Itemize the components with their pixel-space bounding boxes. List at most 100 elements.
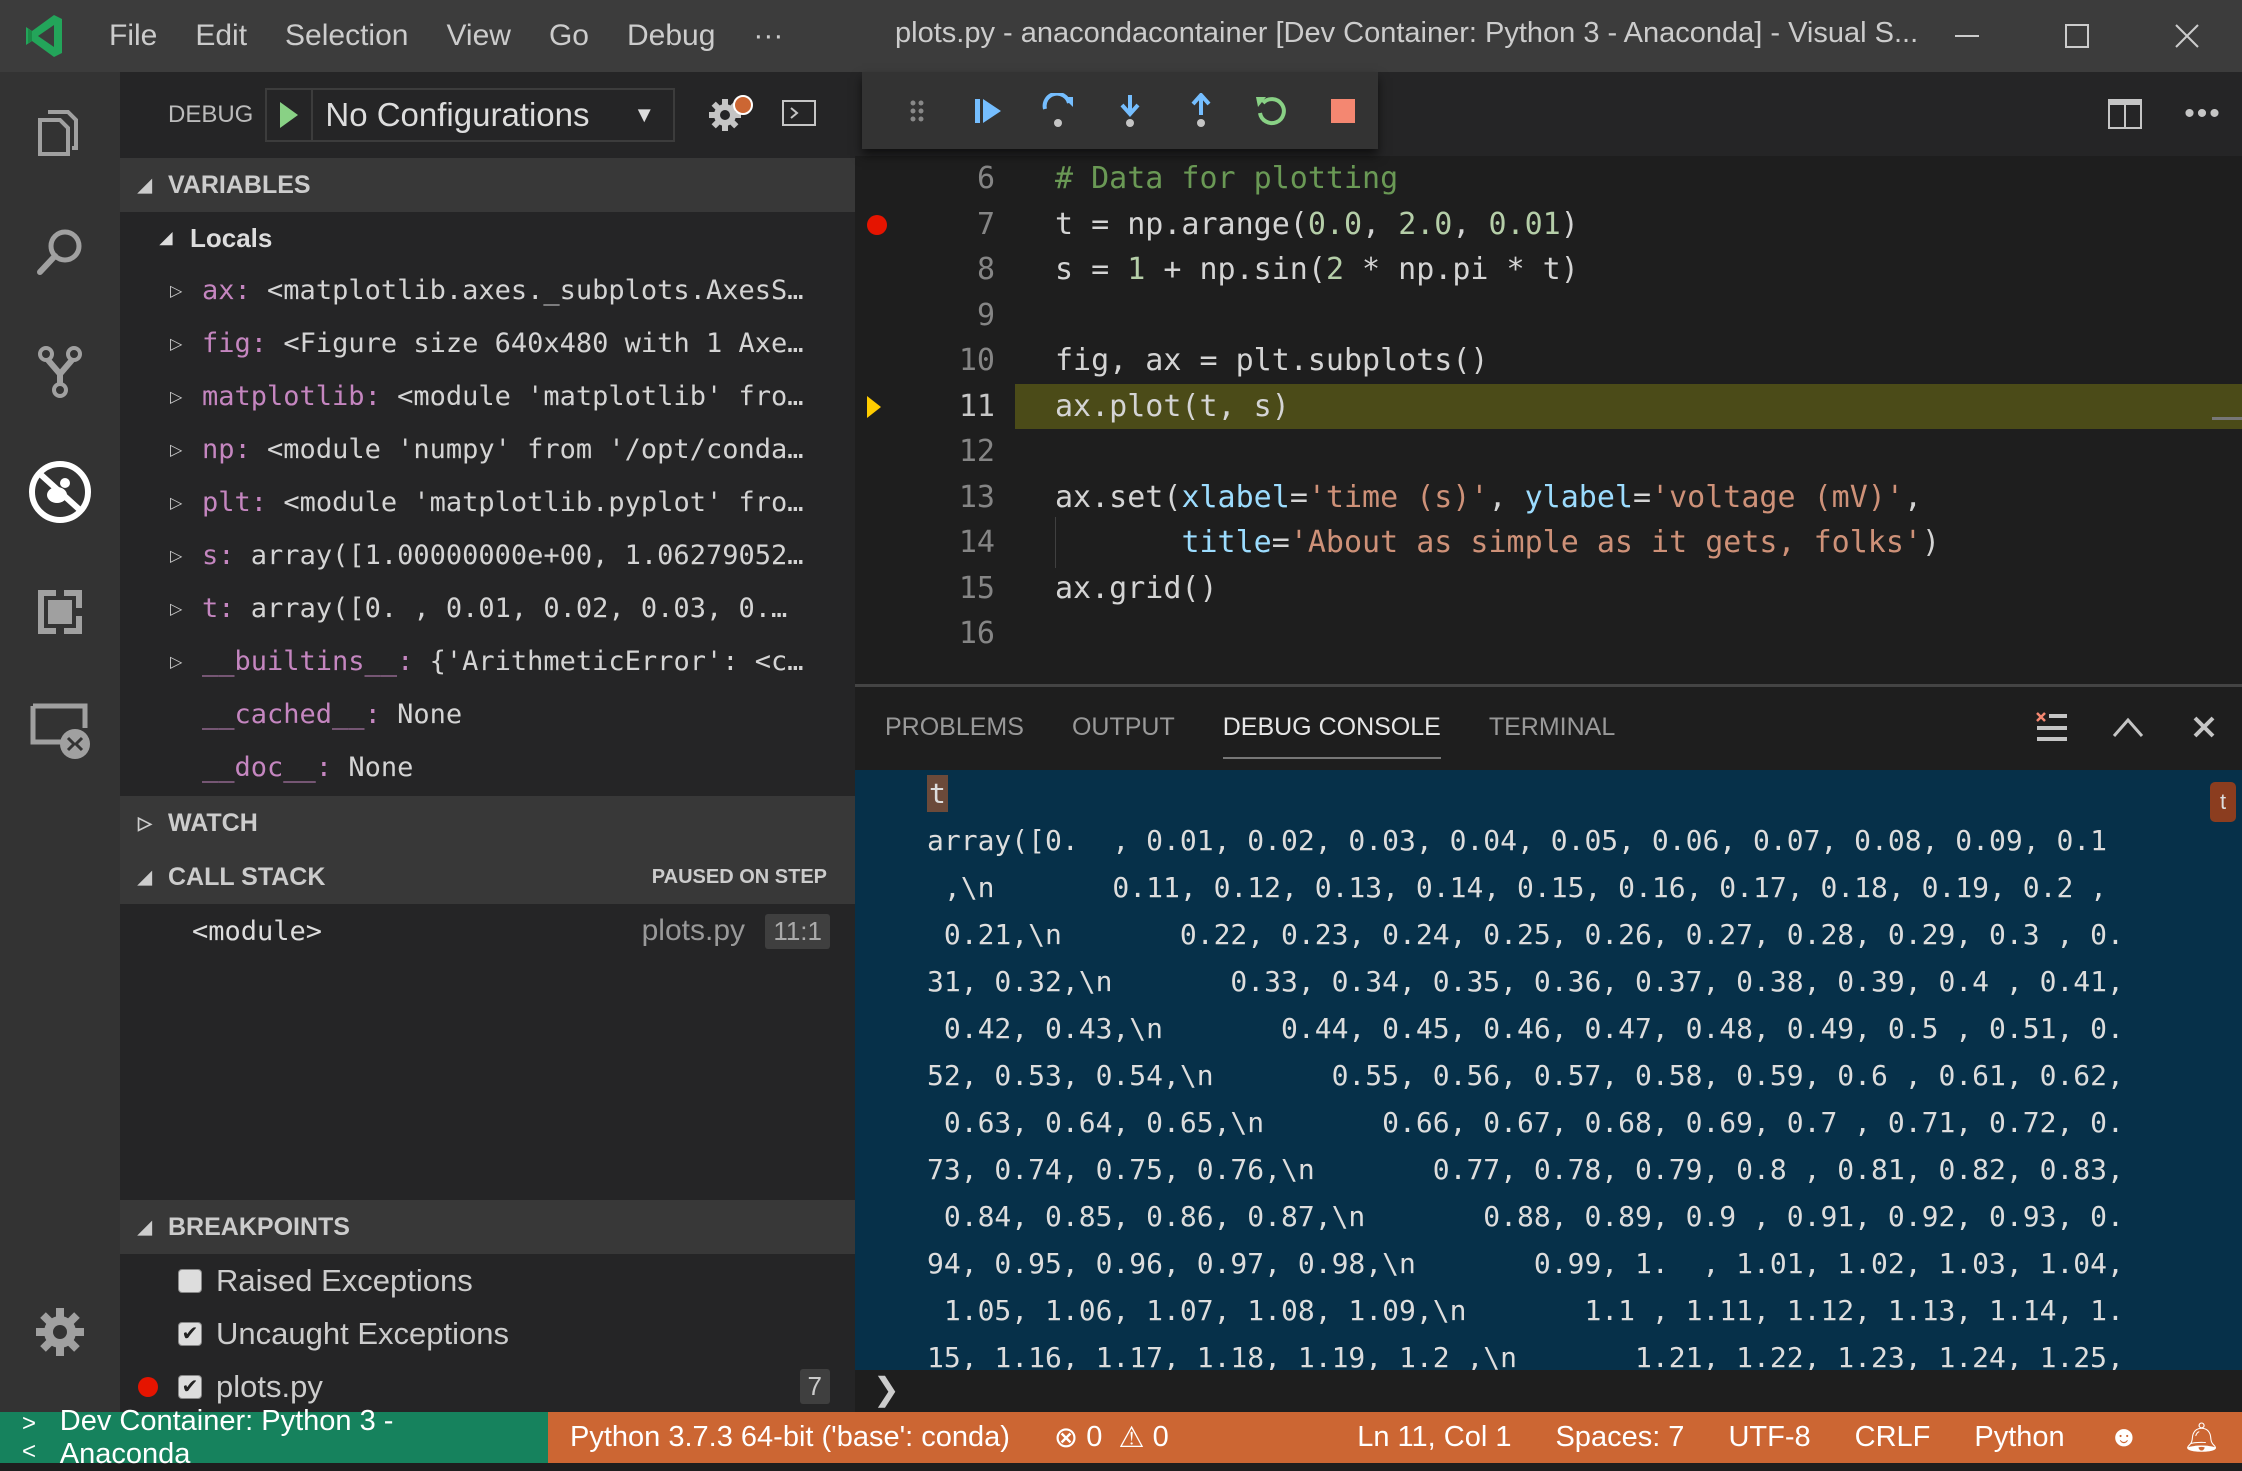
window-controls	[1912, 0, 2242, 72]
breakpoint-dot-icon[interactable]	[867, 214, 887, 235]
end-of-line[interactable]: CRLF	[1833, 1421, 1953, 1454]
clear-console-button[interactable]	[2014, 711, 2090, 743]
menu-edit[interactable]: Edit	[176, 19, 266, 53]
editor-actions: •••	[2086, 72, 2242, 156]
menu-file[interactable]: File	[90, 19, 176, 53]
search-icon[interactable]	[0, 192, 120, 312]
close-window-button[interactable]	[2132, 0, 2242, 72]
variable-row[interactable]: ▷ ax: <matplotlib.axes._subplots.AxesS…	[120, 264, 855, 317]
checkbox[interactable]: ✔	[178, 1321, 202, 1346]
tab-output[interactable]: OUTPUT	[1072, 687, 1175, 767]
maximize-panel-button[interactable]	[2090, 716, 2166, 738]
minimize-button[interactable]	[1912, 0, 2022, 72]
variable-row[interactable]: ▷ matplotlib: <module 'matplotlib' fro…	[120, 370, 855, 423]
debug-header: DEBUG No Configurations ▼	[120, 72, 855, 158]
checkbox[interactable]	[178, 1268, 202, 1293]
notifications-bell-icon[interactable]: 🔔︎	[2161, 1421, 2242, 1455]
variable-name: matplotlib	[202, 381, 365, 412]
feedback-smiley-icon[interactable]: ☻	[2087, 1421, 2162, 1454]
variable-row[interactable]: ▷__doc__: None	[120, 741, 855, 794]
remote-indicator[interactable]: >< Dev Container: Python 3 - Anaconda	[0, 1405, 548, 1470]
start-debugging-button[interactable]	[267, 90, 314, 140]
expand-chevron-icon[interactable]: ▷	[170, 440, 202, 460]
variables-header[interactable]: ◢ VARIABLES	[120, 158, 855, 212]
console-output-line: 0.63, 0.64, 0.65,\n 0.66, 0.67, 0.68, 0.…	[927, 1106, 2124, 1139]
expand-chevron-icon[interactable]: ▷	[170, 281, 202, 301]
variable-row[interactable]: ▷ fig: <Figure size 640x480 with 1 Axe…	[120, 317, 855, 370]
call-stack-header[interactable]: ◢ CALL STACK PAUSED ON STEP	[120, 850, 855, 904]
continue-button[interactable]	[953, 96, 1024, 126]
breakpoint-uncaught-exceptions[interactable]: ✔ Uncaught Exceptions	[120, 1307, 855, 1360]
expand-chevron-icon[interactable]: ▷	[170, 493, 202, 513]
indentation[interactable]: Spaces: 7	[1533, 1421, 1706, 1454]
debug-console-output[interactable]: t t array([0. , 0.01, 0.02, 0.03, 0.04, …	[855, 770, 2242, 1370]
checkbox[interactable]: ✔	[178, 1374, 202, 1399]
scrollbar-marker[interactable]	[2212, 417, 2242, 420]
tab-terminal[interactable]: TERMINAL	[1489, 687, 1615, 767]
variable-name: plt	[202, 487, 251, 518]
locals-scope[interactable]: ◢ Locals	[120, 212, 855, 264]
variable-row[interactable]: ▷ np: <module 'numpy' from '/opt/conda…	[120, 423, 855, 476]
menu-more[interactable]: ···	[734, 19, 802, 53]
paused-status: PAUSED ON STEP	[651, 865, 827, 888]
debug-label: DEBUG	[168, 101, 254, 128]
menu-debug[interactable]: Debug	[608, 19, 734, 53]
step-over-button[interactable]	[1024, 92, 1095, 129]
expand-chevron-icon[interactable]: ▷	[170, 599, 202, 619]
stop-button[interactable]	[1307, 98, 1378, 124]
variable-name: np	[202, 434, 235, 465]
language-mode[interactable]: Python	[1952, 1421, 2086, 1454]
variable-row[interactable]: ▷ __builtins__: {'ArithmeticError': <c…	[120, 635, 855, 688]
ellipsis-icon: •••	[2184, 97, 2222, 130]
variable-row[interactable]: ▷ s: array([1.00000000e+00, 1.06279052…	[120, 529, 855, 582]
drag-handle[interactable]	[882, 99, 953, 123]
expand-chevron-icon[interactable]: ▷	[170, 387, 202, 407]
chevron-up-icon	[2112, 717, 2144, 737]
configuration-select[interactable]: No Configurations ▼	[265, 88, 676, 142]
variable-row[interactable]: ▷ plt: <module 'matplotlib.pyplot' fro…	[120, 476, 855, 529]
explorer-icon[interactable]	[0, 72, 120, 192]
breakpoint-raised-exceptions[interactable]: Raised Exceptions	[120, 1254, 855, 1307]
extensions-icon[interactable]	[0, 552, 120, 672]
split-editor-button[interactable]	[2086, 99, 2164, 129]
breakpoints-header[interactable]: ◢ BREAKPOINTS	[120, 1200, 855, 1254]
variable-row[interactable]: ▷ t: array([0. , 0.01, 0.02, 0.03, 0.…	[120, 582, 855, 635]
continue-icon	[975, 98, 1002, 123]
open-launch-json-button[interactable]	[705, 93, 759, 138]
step-into-button[interactable]	[1095, 93, 1166, 129]
window-title: plots.py - anacondacontainer [Dev Contai…	[895, 17, 1919, 49]
python-interpreter[interactable]: Python 3.7.3 64-bit ('base': conda)	[548, 1421, 1032, 1454]
expand-chevron-icon[interactable]: ▷	[170, 546, 202, 566]
step-out-button[interactable]	[1165, 92, 1236, 129]
tab-problems[interactable]: PROBLEMS	[885, 687, 1024, 767]
code-area[interactable]: 6 # Data for plotting 7t = np.arange(0.0,…	[855, 156, 2242, 657]
watch-header[interactable]: ▷ WATCH	[120, 796, 855, 850]
source-control-icon[interactable]	[0, 312, 120, 432]
debug-console-button[interactable]	[781, 99, 817, 132]
variable-name: __cached__	[202, 699, 365, 730]
settings-gear-icon[interactable]	[0, 1272, 120, 1392]
code-line: 10 fig, ax = plt.subplots()	[958, 343, 1489, 379]
menu-selection[interactable]: Selection	[266, 19, 427, 53]
restart-button[interactable]	[1236, 93, 1307, 129]
problems-indicator[interactable]: ⊗ 0 ⚠ 0	[1032, 1420, 1191, 1455]
tab-debug-console[interactable]: DEBUG CONSOLE	[1222, 687, 1441, 767]
encoding[interactable]: UTF-8	[1706, 1421, 1832, 1454]
menu-view[interactable]: View	[427, 19, 529, 53]
cursor-position[interactable]: Ln 11, Col 1	[1335, 1421, 1533, 1454]
close-panel-button[interactable]	[2166, 715, 2242, 739]
expand-chevron-icon[interactable]: ▷	[170, 652, 202, 672]
more-actions-button[interactable]: •••	[2164, 97, 2242, 131]
variable-value: array([0. , 0.01, 0.02, 0.03, 0.…	[250, 593, 788, 624]
debug-toolbar	[862, 72, 1378, 149]
remote-explorer-icon[interactable]	[0, 672, 120, 792]
variable-value: None	[397, 699, 463, 730]
variable-row[interactable]: ▷__cached__: None	[120, 688, 855, 741]
expand-chevron-icon[interactable]: ▷	[170, 334, 202, 354]
variable-value: <module 'numpy' from '/opt/conda…	[267, 434, 804, 465]
menu-go[interactable]: Go	[530, 19, 608, 53]
debug-icon[interactable]	[0, 432, 120, 552]
stack-frame[interactable]: <module> plots.py 11:1	[120, 904, 855, 958]
maximize-button[interactable]	[2022, 0, 2132, 72]
console-prompt-icon[interactable]: ❯	[873, 1370, 900, 1408]
